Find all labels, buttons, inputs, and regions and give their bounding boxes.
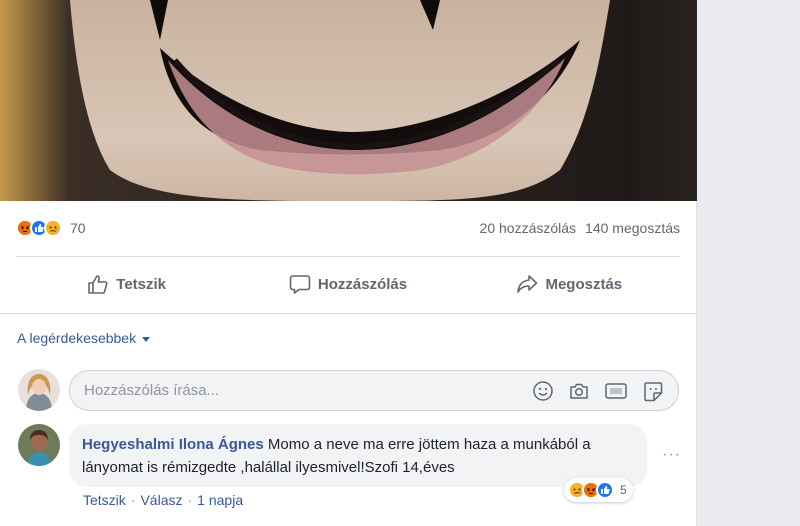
- reaction-icons[interactable]: [16, 219, 62, 237]
- separator: ·: [130, 492, 136, 508]
- current-user-avatar[interactable]: [18, 369, 60, 411]
- comment-sort-label: A legérdekesebbek: [17, 330, 137, 346]
- camera-icon[interactable]: [568, 380, 590, 402]
- engagement-counts: 20 hozzászólás 140 megosztás: [480, 220, 680, 236]
- like-reaction-icon: [596, 481, 614, 499]
- comment-author-avatar[interactable]: [18, 424, 60, 466]
- sad-reaction-icon: [44, 219, 62, 237]
- comment-options-button[interactable]: ···: [662, 446, 681, 464]
- share-button-label: Megosztás: [545, 275, 623, 293]
- chevron-down-icon: [142, 336, 151, 342]
- thumbs-up-icon: [87, 273, 109, 295]
- like-button[interactable]: Tetszik: [16, 262, 237, 306]
- post-image[interactable]: [0, 0, 697, 201]
- comment-bubble: Hegyeshalmi Ilona Ágnes Momo a neve ma e…: [69, 424, 647, 487]
- comment-timestamp[interactable]: 1 napja: [197, 492, 243, 508]
- comment-composer[interactable]: Hozzászólás írása...: [69, 370, 679, 411]
- comment-actions: Tetszik · Válasz · 1 napja: [83, 492, 243, 508]
- comment-like-link[interactable]: Tetszik: [83, 492, 126, 508]
- comment-bubble-icon: [289, 273, 311, 295]
- comment-button-label: Hozzászólás: [317, 275, 408, 293]
- sticker-icon[interactable]: [642, 380, 664, 402]
- share-arrow-icon: [516, 273, 538, 295]
- post-card: 70 20 hozzászólás 140 megosztás Tetszik …: [0, 0, 697, 526]
- comment-sort-dropdown[interactable]: A legérdekesebbek: [17, 330, 151, 346]
- reaction-summary: 70 20 hozzászólás 140 megosztás: [16, 213, 680, 243]
- divider: [16, 256, 680, 257]
- reaction-summary-left[interactable]: 70: [16, 219, 86, 237]
- comment-button[interactable]: Hozzászólás: [237, 262, 458, 306]
- reaction-count[interactable]: 70: [70, 220, 86, 236]
- share-count[interactable]: 140 megosztás: [585, 220, 680, 236]
- post-action-bar: Tetszik Hozzászólás Megosztás: [16, 262, 680, 306]
- gif-icon[interactable]: [604, 380, 628, 402]
- like-button-label: Tetszik: [116, 275, 167, 293]
- comment-reactions[interactable]: 5: [564, 478, 633, 502]
- share-button[interactable]: Megosztás: [459, 262, 680, 306]
- comment-reply-link[interactable]: Válasz: [140, 492, 182, 508]
- composer-tools: [532, 380, 664, 402]
- comment-count[interactable]: 20 hozzászólás: [480, 220, 577, 236]
- emoji-icon[interactable]: [532, 380, 554, 402]
- comment-reaction-count: 5: [620, 483, 627, 497]
- separator: ·: [187, 492, 193, 508]
- comment-input-placeholder[interactable]: Hozzászólás írása...: [84, 382, 532, 399]
- comment-author-name[interactable]: Hegyeshalmi Ilona Ágnes: [82, 436, 264, 453]
